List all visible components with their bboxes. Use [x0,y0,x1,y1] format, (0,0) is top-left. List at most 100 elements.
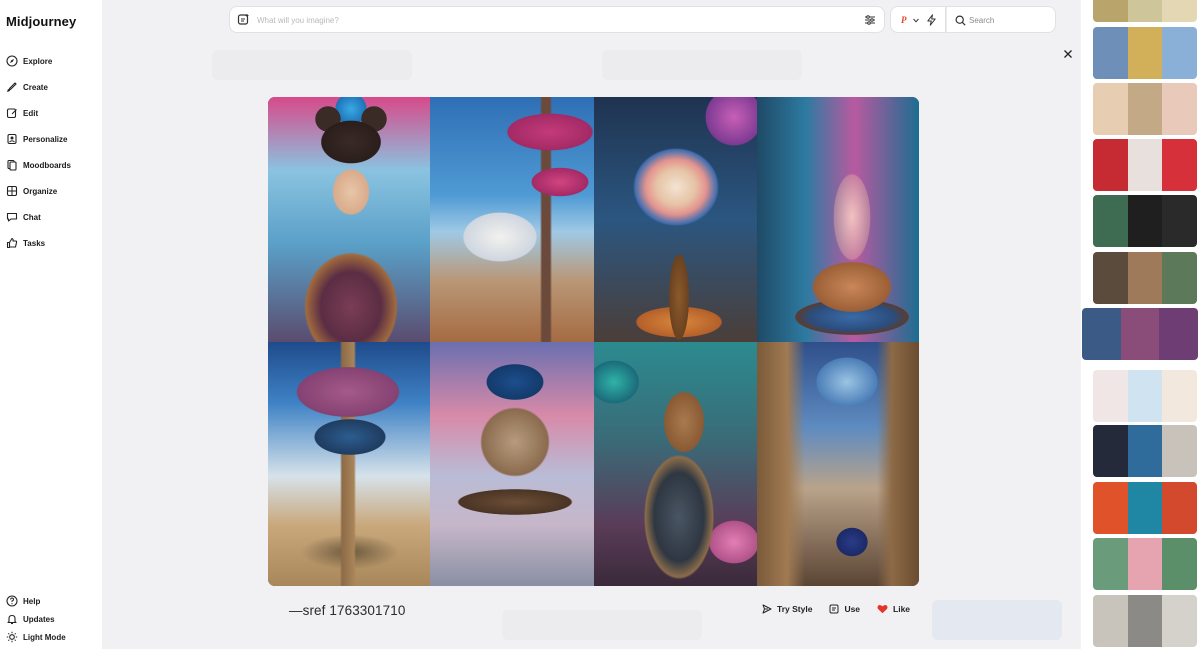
sidebar-item-updates[interactable]: Updates [6,610,66,628]
compass-icon [6,55,18,67]
thumbnail-item[interactable] [1093,195,1197,247]
background-placeholder [932,600,1062,640]
thumbnail-image [1162,27,1197,79]
mode-selector[interactable]: P [890,6,946,33]
thumbnail-item[interactable] [1093,595,1197,647]
thumbs-up-icon [6,237,18,249]
thumbnail-image [1127,482,1163,534]
thumbnail-image [1162,370,1197,422]
preview-image-flower-vase[interactable] [594,97,757,342]
sidebar-item-label: Organize [23,186,58,196]
sidebar-item-personalize[interactable]: Personalize [6,126,71,152]
sun-icon [6,631,18,643]
preview-image-portrait[interactable] [268,97,430,342]
settings-sliders-icon[interactable] [864,14,876,26]
image-upload-icon[interactable] [237,13,250,26]
sref-number: 1763301710 [329,603,406,618]
thumbnail-item[interactable] [1093,139,1197,191]
preview-image-tree[interactable] [268,342,430,586]
search-bar [946,6,1056,33]
edit-icon [6,108,17,119]
thumbnail-image [1162,482,1197,534]
sidebar-item-label: Updates [23,614,55,624]
sidebar-item-create[interactable]: Create [6,74,71,100]
thumbnail-image [1093,139,1128,191]
thumbnail-image [1162,195,1197,247]
try-style-label: Try Style [777,604,813,614]
use-icon [829,604,839,614]
thumbnail-item[interactable] [1093,482,1197,534]
thumbnail-image [1162,425,1197,477]
thumbnail-image [1162,0,1197,22]
preview-image-coffee-cup[interactable] [757,97,919,342]
like-label: Like [893,604,911,614]
thumbnail-image [1162,139,1197,191]
sidebar-item-label: Chat [23,212,41,222]
brush-icon [7,82,17,92]
sidebar-item-label: Light Mode [23,632,66,642]
thumbnail-image [1159,308,1198,360]
thumbnail-item[interactable] [1093,538,1197,590]
preview-image-deer[interactable] [594,342,757,586]
use-button[interactable]: Use [829,604,860,614]
preview-image-floating-house[interactable] [430,342,594,586]
background-placeholder [212,50,412,80]
thumbnail-image [1093,595,1128,647]
thumbnail-image [1127,370,1163,422]
thumbnail-image [1093,425,1128,477]
sidebar-item-label: Tasks [23,238,46,248]
sidebar-item-light-mode[interactable]: Light Mode [6,628,66,646]
sidebar-item-edit[interactable]: Edit [6,100,71,126]
sidebar-item-organize[interactable]: Organize [6,178,71,204]
background-placeholder [602,50,802,80]
thumbnail-image [1082,308,1121,360]
sidebar-item-tasks[interactable]: Tasks [6,230,71,256]
thumbnail-image [1162,538,1197,590]
grid-icon [6,185,18,197]
thumbnail-item[interactable] [1093,83,1197,135]
thumbnail-image [1093,538,1128,590]
preview-image-city-street[interactable] [757,342,919,586]
thumbnail-image [1127,139,1163,191]
like-button[interactable]: Like [877,604,910,614]
sidebar-item-help[interactable]: Help [6,592,66,610]
sidebar-item-moodboards[interactable]: Moodboards [6,152,71,178]
personalization-badge: P [901,15,907,25]
thumbnail-item[interactable] [1093,0,1197,22]
background-placeholder [502,610,702,640]
sidebar-item-chat[interactable]: Chat [6,204,71,230]
thumbnail-item[interactable] [1093,370,1197,422]
sidebar-item-label: Moodboards [23,160,71,170]
thumbnail-image [1093,27,1128,79]
app-logo[interactable]: Midjourney [6,14,76,29]
thumbnail-item[interactable] [1082,308,1198,360]
sref-code: —sref 1763301710 [289,603,405,618]
thumbnail-image [1162,252,1197,304]
prompt-input[interactable] [257,12,857,28]
search-input[interactable] [969,13,1049,27]
thumbnail-image [1120,308,1160,360]
thumbnail-image [1162,83,1197,135]
close-icon[interactable] [1063,49,1073,59]
thumbnail-item[interactable] [1093,425,1197,477]
sidebar-item-label: Create [23,82,48,92]
sidebar-nav: Explore Create Edit Personalize Moodboar… [6,48,71,256]
sidebar-item-label: Help [23,596,41,606]
send-icon [762,604,772,614]
bell-icon [7,614,17,625]
thumbnail-image [1093,0,1128,22]
thumbnail-item[interactable] [1093,27,1197,79]
try-style-button[interactable]: Try Style [762,604,812,614]
thumbnail-image [1093,252,1128,304]
preview-image-mushroom-trees[interactable] [430,97,594,342]
thumbnail-image [1127,595,1163,647]
thumbnail-image [1127,538,1163,590]
heart-icon [877,604,888,614]
thumbnail-item[interactable] [1093,252,1197,304]
thumbnail-strip [1081,0,1200,649]
lightning-icon[interactable] [926,14,937,26]
use-label: Use [844,604,861,614]
sidebar-item-explore[interactable]: Explore [6,48,71,74]
style-preview-grid[interactable] [268,97,919,586]
thumbnail-image [1127,0,1163,22]
